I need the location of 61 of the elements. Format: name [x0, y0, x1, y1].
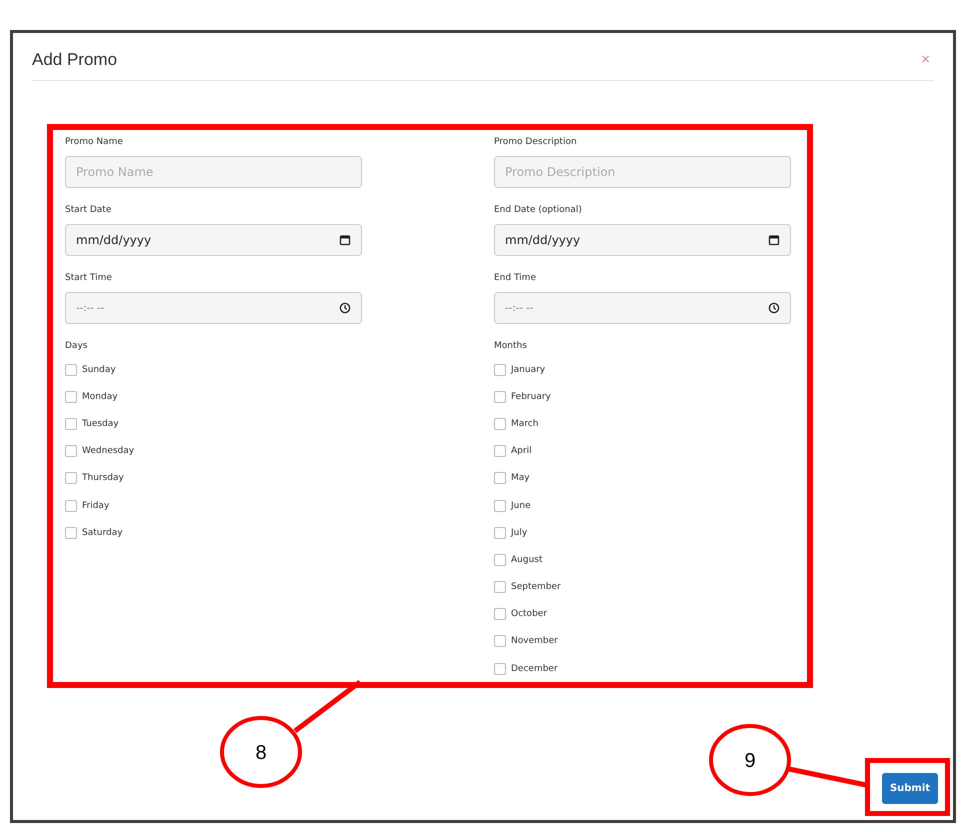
checkbox-label: April: [511, 446, 532, 456]
checkbox[interactable]: [494, 390, 506, 403]
field-label: Start Date: [65, 204, 112, 217]
checkbox-label: December: [511, 664, 558, 674]
checkbox[interactable]: [494, 635, 506, 648]
time-field[interactable]: --:-- --: [494, 292, 791, 324]
checkbox[interactable]: [65, 390, 77, 403]
checkbox[interactable]: [494, 526, 506, 539]
checkbox-label: Saturday: [82, 528, 123, 538]
calendar-icon: [768, 234, 780, 246]
checkbox[interactable]: [65, 472, 77, 484]
field-label: Promo Name: [65, 136, 123, 149]
checkbox[interactable]: [65, 445, 77, 458]
checkbox-label: June: [511, 500, 531, 511]
checkbox[interactable]: [494, 608, 506, 620]
checkbox[interactable]: [65, 526, 77, 539]
calendar-icon: [339, 234, 351, 246]
checkbox-label: Monday: [82, 392, 118, 402]
callout-marker: 9: [709, 724, 791, 796]
dialog-title: Add Promo: [32, 50, 118, 70]
submit-button[interactable]: Submit: [882, 773, 938, 804]
checkbox[interactable]: [494, 554, 506, 566]
text-field[interactable]: Promo Name: [65, 156, 362, 188]
checkbox[interactable]: [494, 581, 506, 594]
checkbox-label: September: [511, 582, 561, 592]
checkbox-label: Wednesday: [82, 446, 134, 456]
checkbox-label: October: [511, 609, 548, 620]
checkbox-label: Tuesday: [82, 418, 119, 429]
checkbox-label: November: [511, 636, 558, 646]
callout-marker: 8: [220, 716, 302, 788]
time-field[interactable]: --:-- --: [65, 292, 362, 324]
checkbox[interactable]: [65, 418, 77, 430]
checkbox-label: July: [511, 528, 528, 538]
field-label: End Date (optional): [494, 204, 582, 217]
checkbox-label: May: [511, 473, 530, 484]
checkbox[interactable]: [494, 472, 506, 484]
date-field[interactable]: mm/dd/yyyy: [494, 224, 791, 256]
checkbox[interactable]: [494, 500, 506, 512]
checkbox-label: February: [511, 392, 551, 402]
checkbox-label: Sunday: [82, 364, 116, 375]
checkbox[interactable]: [494, 364, 506, 376]
field-label: End Time: [494, 272, 536, 285]
date-field[interactable]: mm/dd/yyyy: [65, 224, 362, 256]
checkbox[interactable]: [494, 418, 506, 430]
clock-icon: [768, 302, 780, 314]
checkbox-label: March: [511, 418, 538, 429]
field-label: Promo Description: [494, 136, 577, 149]
checkbox-label: Thursday: [82, 473, 124, 484]
checkbox[interactable]: [65, 364, 77, 376]
group-label: Days: [65, 340, 88, 353]
text-field[interactable]: Promo Description: [494, 156, 791, 188]
clock-icon: [339, 302, 351, 314]
checkbox[interactable]: [494, 445, 506, 458]
group-label: Months: [494, 340, 527, 353]
close-button[interactable]: ×: [917, 51, 934, 68]
checkbox[interactable]: [65, 500, 77, 512]
checkbox-label: Friday: [82, 500, 110, 511]
checkbox-label: August: [511, 554, 542, 565]
checkbox[interactable]: [494, 662, 506, 675]
checkbox-label: January: [511, 364, 546, 375]
field-label: Start Time: [65, 272, 112, 285]
